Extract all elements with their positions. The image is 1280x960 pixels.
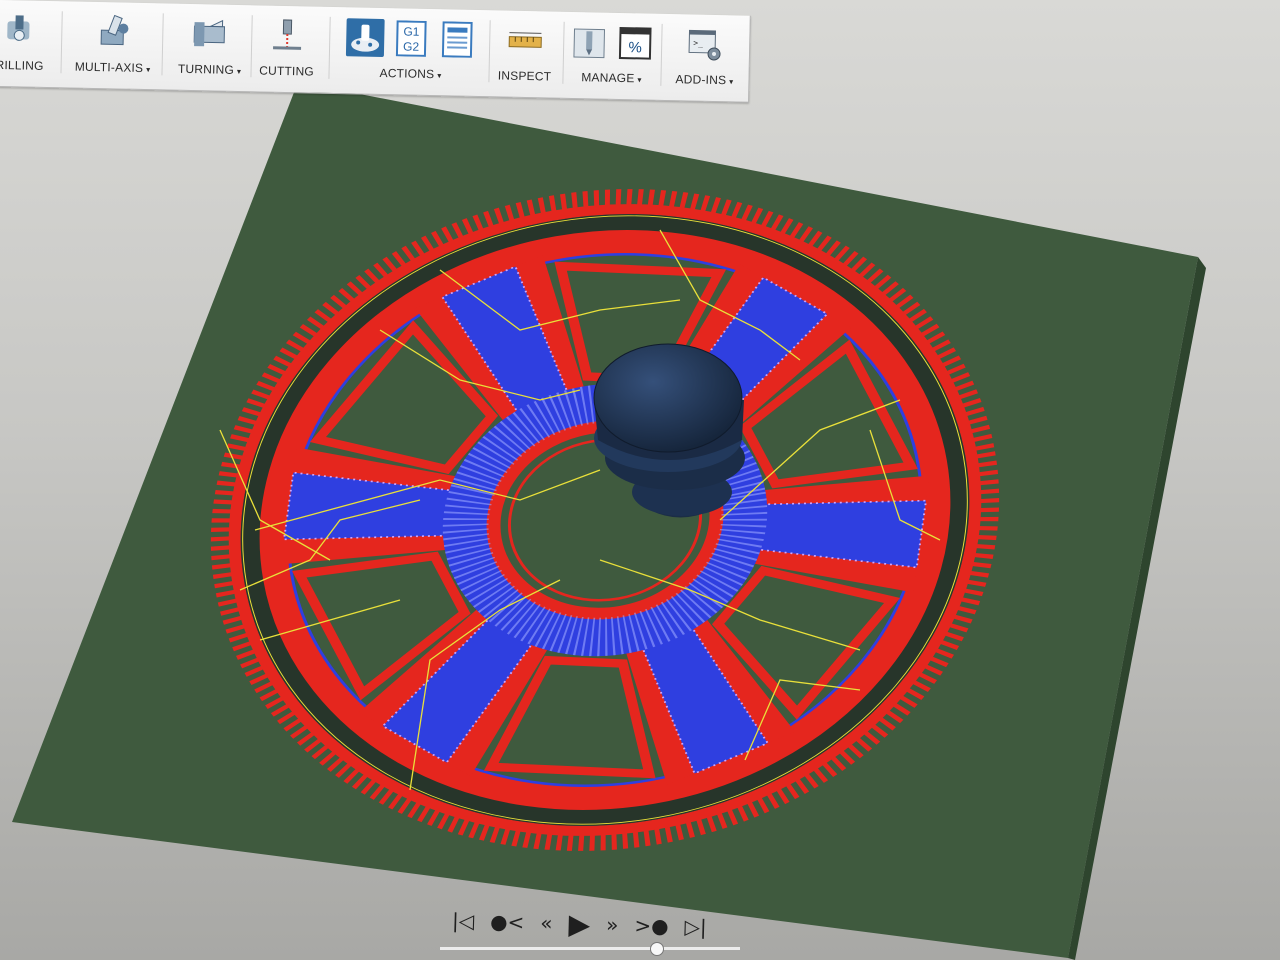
add-ins-group[interactable]: >_ ADD-INS ▾ <box>666 22 743 94</box>
simulation-timeline-thumb[interactable] <box>650 942 664 956</box>
multi-axis-group[interactable]: MULTI-AXIS ▾ <box>68 9 157 81</box>
drilling-label: RILLING <box>0 57 44 73</box>
go-to-start-button[interactable]: |◁ <box>452 908 475 933</box>
step-back-button[interactable]: « <box>540 911 553 935</box>
cutting-label: CUTTING <box>259 63 315 79</box>
svg-text:G1: G1 <box>403 24 420 38</box>
simulate-icon[interactable] <box>345 18 385 58</box>
next-operation-button[interactable]: >● <box>634 913 669 938</box>
manage-label: MANAGE ▾ <box>581 70 642 86</box>
multi-axis-label: MULTI-AXIS ▾ <box>74 59 151 76</box>
turning-group[interactable]: TURNING ▾ <box>170 12 249 84</box>
tool-library-icon[interactable] <box>570 23 609 62</box>
actions-label: ACTIONS ▾ <box>379 65 442 82</box>
measure-ruler-icon[interactable] <box>506 22 545 61</box>
add-ins-label: ADD-INS ▾ <box>675 72 734 88</box>
turning-label: TURNING ▾ <box>177 61 242 77</box>
manage-group[interactable]: % MANAGE ▾ <box>568 20 655 92</box>
cutting-group[interactable]: CUTTING <box>256 13 317 84</box>
svg-text:G2: G2 <box>403 39 420 53</box>
inspect-label: INSPECT <box>497 68 552 84</box>
percent-template-icon[interactable]: % <box>616 24 655 63</box>
previous-operation-button[interactable]: ●< <box>490 909 525 934</box>
go-to-end-button[interactable]: ▷| <box>684 915 707 940</box>
simulation-playback-controls: |◁ ●< « ▶ » >● ▷| <box>452 900 723 947</box>
play-button[interactable]: ▶ <box>568 907 590 941</box>
actions-group[interactable]: G1 G2 ACTIONS ▾ <box>336 15 485 88</box>
setup-sheet-icon[interactable] <box>438 20 477 59</box>
scripts-addin-icon[interactable]: >_ <box>686 25 725 64</box>
drill-icon[interactable] <box>1 11 40 50</box>
svg-text:>_: >_ <box>693 39 703 48</box>
svg-text:%: % <box>628 39 642 56</box>
drilling-group[interactable]: RILLING <box>0 8 56 79</box>
toolpath-scene[interactable] <box>0 0 1280 960</box>
turning-icon[interactable] <box>191 15 230 54</box>
manufacture-toolbar: RILLING MULTI-AXIS ▾ TURNING ▾ CUTTING G… <box>0 0 751 103</box>
simulation-timeline-track[interactable] <box>440 947 740 950</box>
graphics-viewport[interactable]: RILLING MULTI-AXIS ▾ TURNING ▾ CUTTING G… <box>0 0 1280 960</box>
g1-g2-post-process-icon[interactable]: G1 G2 <box>392 19 431 58</box>
tool-holder-top <box>594 344 742 452</box>
waterjet-cutting-icon[interactable] <box>268 17 307 56</box>
inspect-group[interactable]: INSPECT <box>492 18 557 89</box>
multi-axis-icon[interactable] <box>94 13 133 52</box>
step-forward-button[interactable]: » <box>606 913 619 937</box>
